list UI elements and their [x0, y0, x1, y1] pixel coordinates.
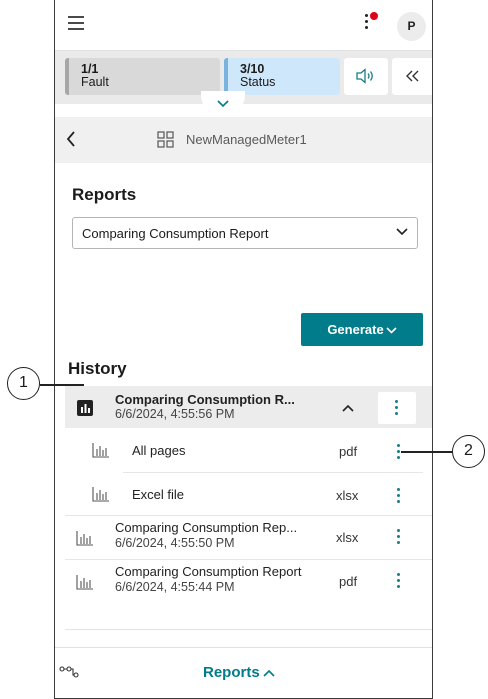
kebab-icon[interactable] — [395, 529, 403, 547]
history-subitem[interactable]: All pages pdf — [65, 428, 432, 472]
generate-button[interactable]: Generate — [301, 313, 423, 346]
report-type-select[interactable]: Comparing Consumption Report — [72, 217, 418, 249]
avatar[interactable]: P — [397, 12, 426, 41]
history-item-date: 6/6/2024, 4:55:44 PM — [115, 580, 235, 594]
topology-icon[interactable] — [59, 666, 79, 678]
history-item-title: Comparing Consumption R... — [115, 392, 295, 407]
history-row-expanded[interactable]: Comparing Consumption R... 6/6/2024, 4:5… — [65, 386, 432, 428]
report-filled-icon — [77, 400, 93, 416]
speaker-icon — [356, 68, 373, 84]
callout-marker-2: 2 — [452, 435, 485, 468]
history-item-format: xlsx — [336, 530, 359, 545]
bar-chart-icon — [92, 443, 109, 458]
bar-chart-icon — [92, 487, 109, 502]
history-item-format: pdf — [339, 574, 358, 589]
chevron-up-icon — [263, 669, 275, 677]
double-chevron-left-icon — [406, 70, 419, 82]
sound-button[interactable] — [344, 58, 388, 95]
history-subitem[interactable]: Excel file xlsx — [65, 473, 432, 515]
back-arrow-icon[interactable] — [65, 130, 77, 148]
fault-chip[interactable]: 1/1 Fault — [65, 58, 220, 95]
expand-status-tab[interactable] — [201, 91, 245, 117]
bottom-title-label: Reports — [203, 664, 260, 681]
subitem-format: xlsx — [336, 488, 359, 503]
history-item-title: Comparing Consumption Report — [115, 564, 302, 579]
chevron-down-icon — [386, 327, 397, 334]
reports-heading: Reports — [72, 185, 137, 204]
collapse-panel-button[interactable] — [392, 58, 432, 95]
kebab-icon — [393, 400, 401, 418]
callout-leader-line — [40, 384, 84, 386]
history-row[interactable]: Comparing Consumption Rep... 6/6/2024, 4… — [65, 516, 432, 559]
status-chip[interactable]: 3/10 Status — [224, 58, 340, 95]
generate-label: Generate — [327, 322, 384, 337]
status-label: Status — [240, 75, 276, 89]
history-item-date: 6/6/2024, 4:55:50 PM — [115, 536, 235, 550]
device-grid-icon — [157, 131, 174, 148]
row-options-button[interactable] — [378, 392, 416, 424]
app-window: P 1/1 Fault 3/10 Status NewManagedMeter1… — [54, 0, 433, 699]
callout-leader-line — [401, 451, 453, 453]
device-name: NewManagedMeter1 — [186, 132, 307, 147]
fault-label: Fault — [81, 75, 109, 89]
kebab-icon[interactable] — [395, 444, 403, 462]
chevron-up-icon[interactable] — [342, 404, 354, 412]
figure-stage: P 1/1 Fault 3/10 Status NewManagedMeter1… — [0, 0, 488, 699]
history-item-title: Comparing Consumption Rep... — [115, 520, 298, 535]
bottom-bar: Reports — [55, 647, 432, 698]
top-bar: P — [55, 0, 432, 51]
hamburger-menu-icon[interactable] — [68, 16, 84, 30]
breadcrumb: NewManagedMeter1 — [55, 117, 432, 163]
callout-marker-1: 1 — [7, 367, 40, 400]
chevron-down-icon — [396, 228, 408, 236]
history-list: Comparing Consumption R... 6/6/2024, 4:5… — [65, 386, 432, 630]
kebab-icon[interactable] — [395, 573, 403, 591]
history-heading: History — [68, 359, 127, 378]
subitem-label: Excel file — [132, 487, 185, 502]
subitem-format: pdf — [339, 444, 358, 459]
chevron-down-icon — [217, 100, 229, 108]
bottom-panel-toggle[interactable]: Reports — [203, 664, 275, 681]
notification-dot — [370, 12, 378, 20]
bar-chart-icon — [76, 575, 93, 590]
subitem-label: All pages — [132, 443, 186, 458]
history-item-date: 6/6/2024, 4:55:56 PM — [115, 407, 235, 421]
history-row[interactable]: Comparing Consumption Report 6/6/2024, 4… — [65, 560, 432, 604]
kebab-icon[interactable] — [395, 488, 403, 506]
bar-chart-icon — [76, 531, 93, 546]
report-type-value: Comparing Consumption Report — [82, 226, 269, 241]
